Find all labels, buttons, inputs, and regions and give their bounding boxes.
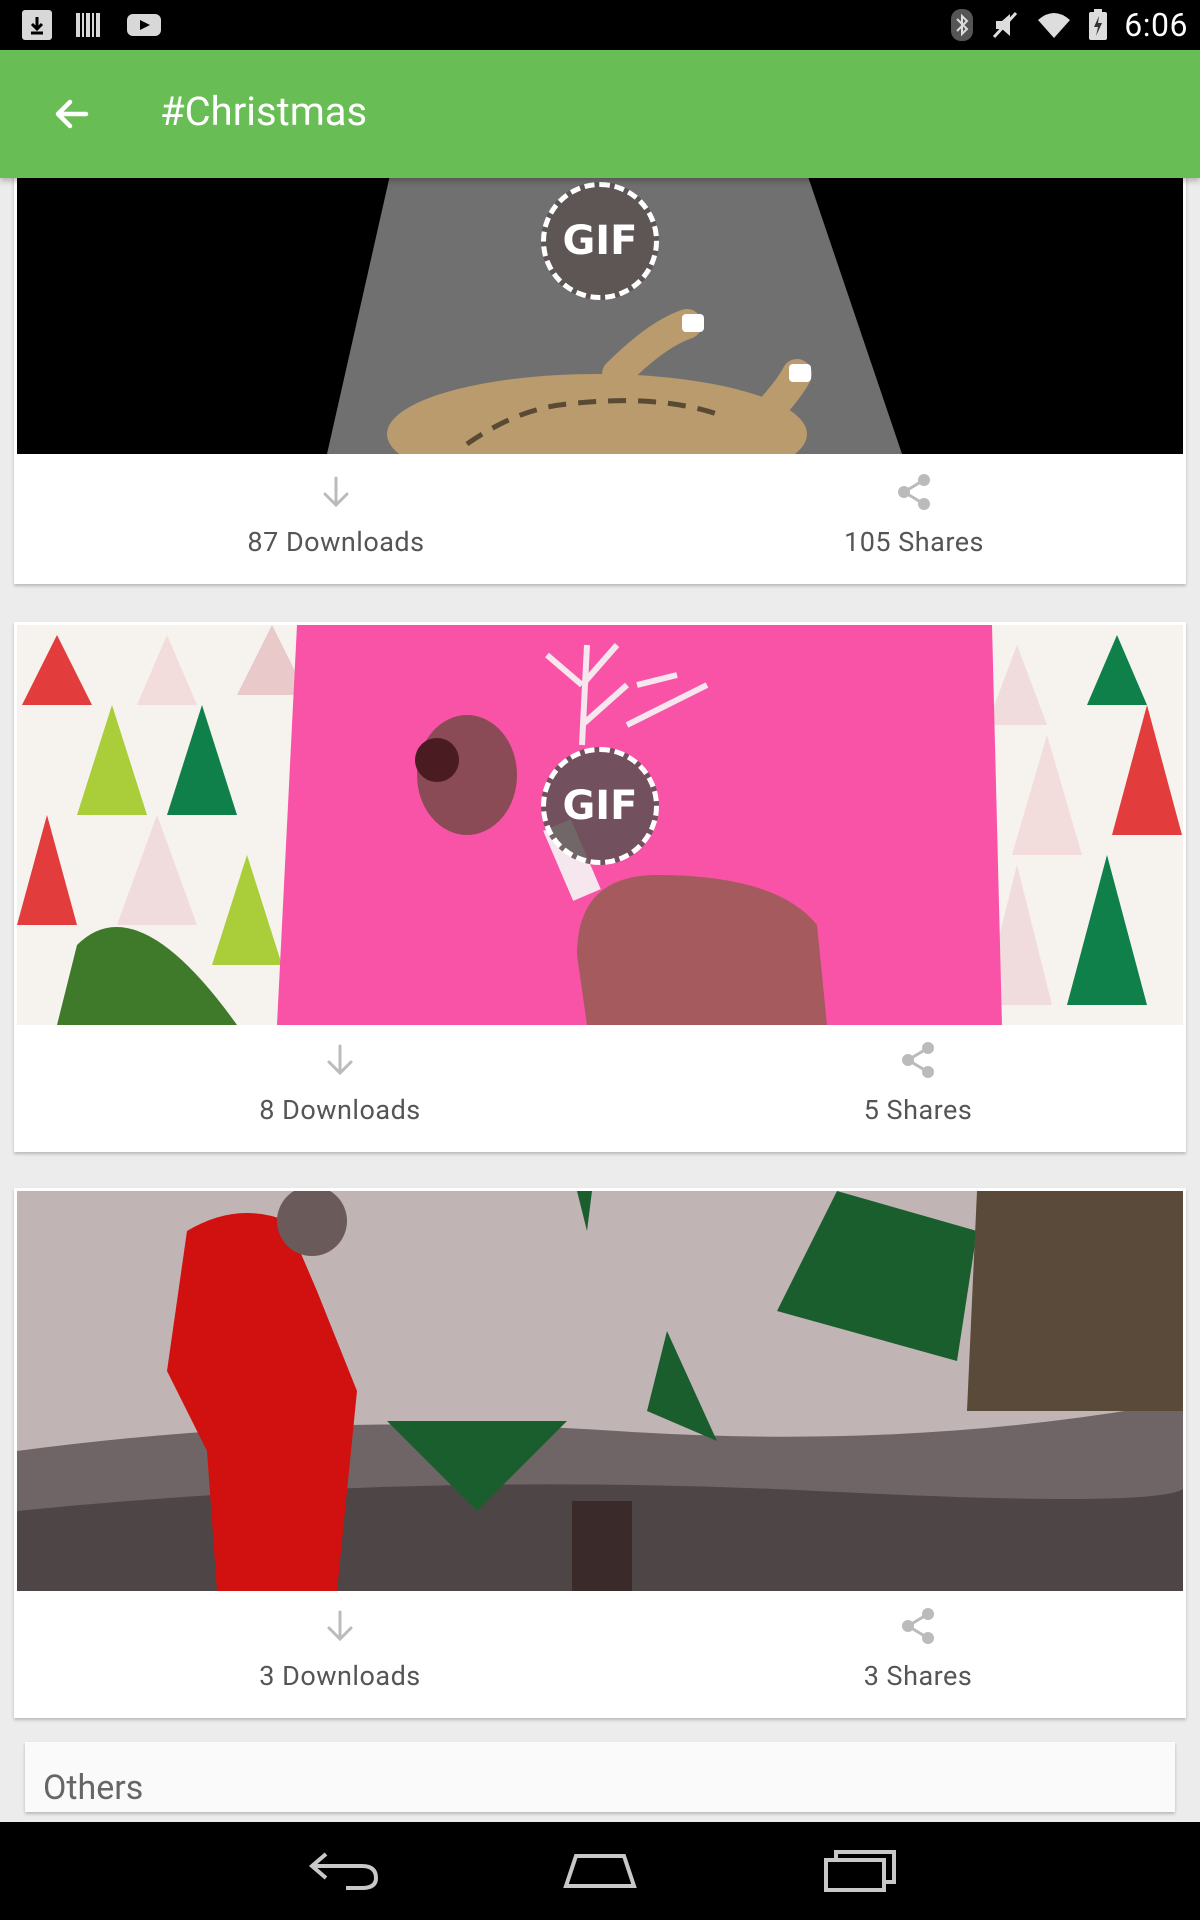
download-button[interactable]: 87 Downloads: [136, 454, 536, 584]
download-arrow-icon: [327, 1610, 353, 1642]
gif-badge: GIF: [541, 747, 659, 865]
share-icon: [902, 1608, 934, 1644]
share-count: 3 Shares: [863, 1660, 973, 1692]
gif-badge: GIF: [541, 182, 659, 300]
gif-feed[interactable]: GIF 87 Downloads 105 Shares GIF 8 Downlo…: [0, 178, 1200, 1818]
recents-nav-icon[interactable]: [820, 1844, 900, 1896]
status-time: 6:06: [1124, 6, 1188, 44]
download-arrow-icon: [323, 476, 349, 508]
share-button[interactable]: 3 Shares: [718, 1588, 1118, 1718]
share-button[interactable]: 105 Shares: [714, 454, 1114, 584]
barcode-icon: [74, 10, 104, 40]
gif-card[interactable]: GIF 8 Downloads 5 Shares: [14, 622, 1186, 1152]
status-bar: 6:06: [0, 0, 1200, 50]
download-arrow-icon: [327, 1044, 353, 1076]
share-icon: [898, 474, 930, 510]
download-icon: [22, 10, 52, 40]
gif-card[interactable]: GIF 87 Downloads 105 Shares: [14, 178, 1186, 584]
download-count: 8 Downloads: [259, 1094, 421, 1126]
share-count: 105 Shares: [844, 526, 984, 558]
home-nav-icon[interactable]: [560, 1844, 640, 1896]
download-button[interactable]: 3 Downloads: [140, 1588, 540, 1718]
share-icon: [902, 1042, 934, 1078]
download-count: 3 Downloads: [259, 1660, 421, 1692]
mute-icon: [993, 11, 1018, 39]
page-title: #Christmas: [160, 88, 368, 135]
battery-icon: [1089, 9, 1108, 40]
arrow-back-icon[interactable]: [48, 90, 96, 138]
navigation-bar: [0, 1822, 1200, 1920]
turkey-gif-image[interactable]: GIF: [17, 178, 1183, 454]
bluetooth-icon: [951, 9, 974, 41]
download-count: 87 Downloads: [247, 526, 425, 558]
download-button[interactable]: 8 Downloads: [140, 1022, 540, 1152]
share-count: 5 Shares: [863, 1094, 973, 1126]
share-button[interactable]: 5 Shares: [718, 1022, 1118, 1152]
reindeer-gif-image[interactable]: GIF: [17, 625, 1183, 1025]
astronaut-gif-image[interactable]: [17, 1191, 1183, 1591]
back-nav-icon[interactable]: [306, 1844, 382, 1896]
others-section[interactable]: Others: [25, 1742, 1175, 1812]
youtube-icon: [126, 10, 162, 40]
app-bar: #Christmas: [0, 50, 1200, 178]
gif-card[interactable]: 3 Downloads 3 Shares: [14, 1188, 1186, 1718]
wifi-icon: [1038, 13, 1071, 38]
others-label: Others: [43, 1768, 144, 1808]
